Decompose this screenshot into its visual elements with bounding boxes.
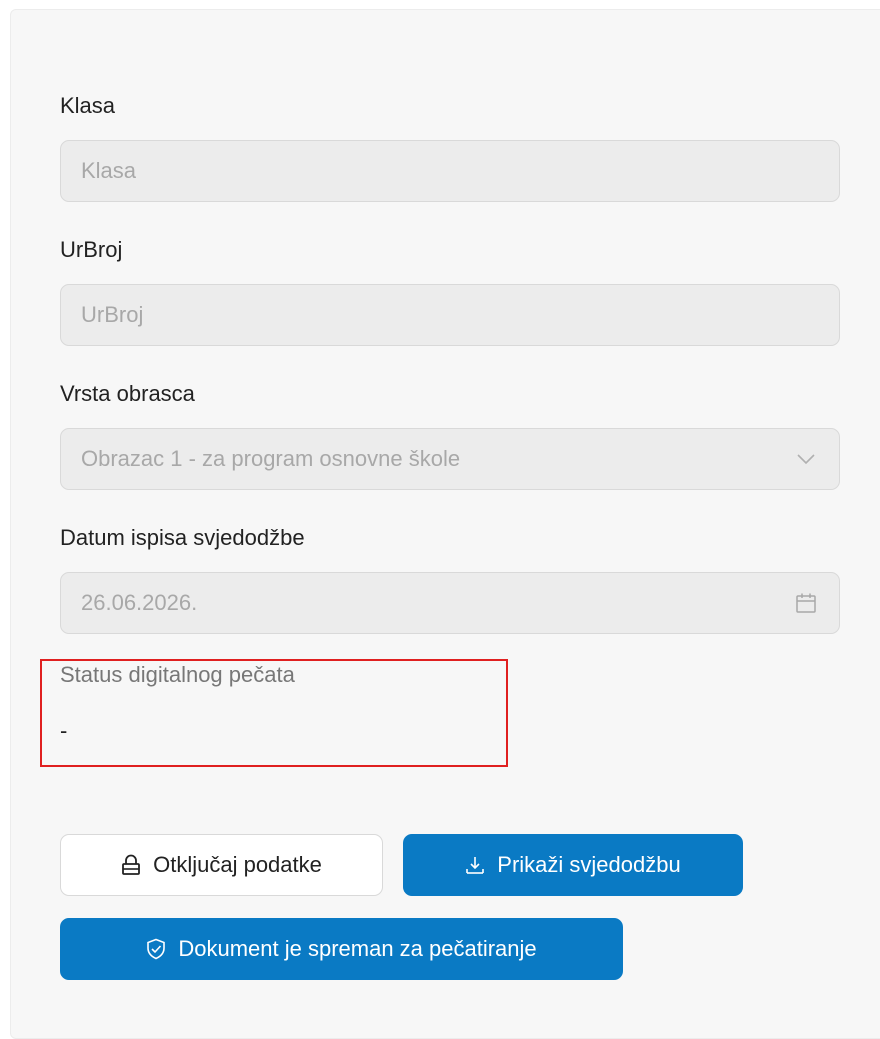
show-certificate-button[interactable]: Prikaži svjedodžbu — [403, 834, 743, 896]
klasa-label: Klasa — [60, 93, 116, 118]
unlock-data-label: Otključaj podatke — [153, 852, 322, 877]
urbroj-field[interactable] — [60, 284, 840, 346]
show-certificate-label: Prikaži svjedodžbu — [497, 852, 681, 877]
vrsta-obrasca-selected-value: Obrazac 1 - za program osnovne škole — [81, 446, 461, 471]
ready-for-seal-button[interactable]: Dokument je spreman za pečatiranje — [60, 918, 623, 980]
download-icon — [465, 855, 485, 875]
datum-ispisa-value: 26.06.2026. — [81, 590, 198, 615]
urbroj-input[interactable] — [81, 302, 819, 328]
calendar-icon[interactable] — [793, 590, 819, 616]
unlock-data-button[interactable]: Otključaj podatke — [60, 834, 383, 896]
vrsta-obrasca-select[interactable]: Obrazac 1 - za program osnovne škole — [60, 428, 840, 490]
chevron-down-icon[interactable] — [793, 446, 819, 472]
lock-icon — [121, 854, 141, 876]
vrsta-obrasca-label: Vrsta obrasca — [60, 381, 195, 406]
ready-for-seal-label: Dokument je spreman za pečatiranje — [178, 936, 537, 961]
datum-ispisa-label: Datum ispisa svjedodžbe — [60, 525, 305, 550]
highlight-box — [40, 659, 508, 767]
klasa-input[interactable] — [81, 158, 819, 184]
urbroj-label: UrBroj — [60, 237, 123, 262]
shield-check-icon — [146, 938, 166, 960]
datum-ispisa-field[interactable]: 26.06.2026. — [60, 572, 840, 634]
klasa-field[interactable] — [60, 140, 840, 202]
